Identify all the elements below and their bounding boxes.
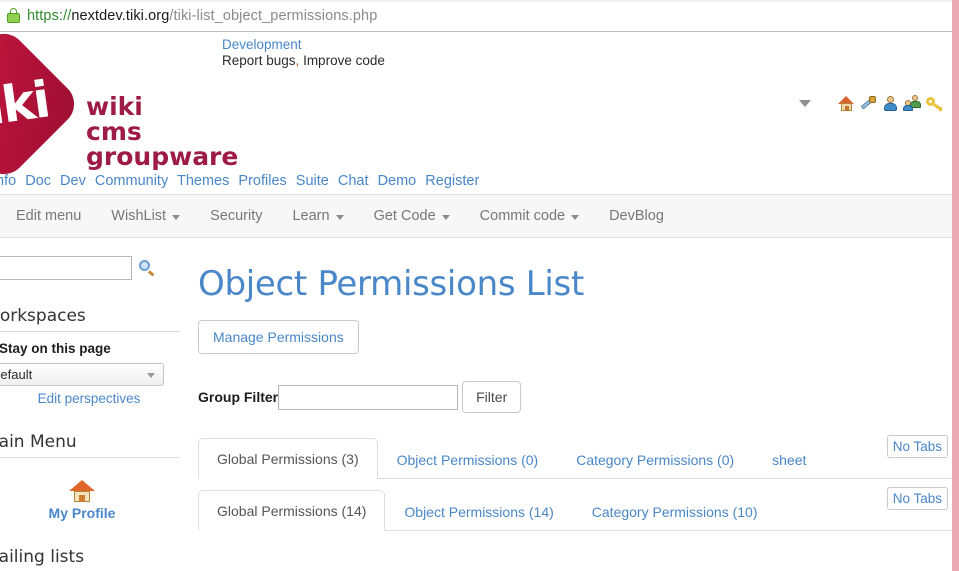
tab-object-permissions-1[interactable]: Object Permissions (0) <box>378 439 558 479</box>
manage-permissions-button[interactable]: Manage Permissions <box>198 320 359 354</box>
improve-code-text: Improve code <box>299 53 385 68</box>
header-icon-tray <box>799 95 943 112</box>
site-header: tiki TM wiki cms groupware Development R… <box>0 33 952 194</box>
development-link[interactable]: Development <box>222 37 385 53</box>
logo-tagline-cms: cms <box>86 119 238 144</box>
magnifier-icon[interactable] <box>139 260 155 276</box>
page-title: Object Permissions List <box>198 264 952 304</box>
main-column: Object Permissions List Manage Permissio… <box>198 238 952 531</box>
user-icon[interactable] <box>882 95 899 112</box>
nav-item-label: Security <box>210 208 262 224</box>
chevron-down-icon[interactable] <box>799 100 811 107</box>
group-filter-input[interactable] <box>278 385 458 410</box>
chevron-down-icon <box>336 215 344 220</box>
nav-item-commit-code[interactable]: Commit code <box>480 208 579 224</box>
group-icon[interactable] <box>904 95 921 112</box>
page-right-edge-stripe <box>952 0 959 571</box>
chevron-down-icon <box>172 215 180 220</box>
main-menu-heading: Main Menu <box>0 432 180 458</box>
url-bar-top-edge <box>0 0 952 2</box>
development-subtitle: Report bugs, Improve code <box>222 53 385 69</box>
top-link-suite[interactable]: Suite <box>296 173 329 189</box>
top-link-demo[interactable]: Demo <box>378 173 417 189</box>
logo-tagline: wiki cms groupware <box>86 94 238 169</box>
development-banner: Development Report bugs, Improve code <box>222 37 385 69</box>
nav-item-security[interactable]: Security <box>210 208 262 224</box>
nav-item-get-code[interactable]: Get Code <box>374 208 450 224</box>
sidebar: Workspaces Stay on this page Default Edi… <box>0 238 180 571</box>
perspective-select[interactable]: Default <box>0 363 164 386</box>
tab-global-permissions-1[interactable]: Global Permissions (3) <box>198 438 378 479</box>
browser-url-bar[interactable]: https://nextdev.tiki.org/tiki-list_objec… <box>0 0 952 32</box>
tabstrip-secondary: Global Permissions (14) Object Permissio… <box>198 487 952 531</box>
sidebar-item-my-profile[interactable]: My Profile <box>0 480 180 521</box>
url-text[interactable]: https://nextdev.tiki.org/tiki-list_objec… <box>27 8 377 24</box>
url-host: nextdev.tiki.org <box>71 8 169 24</box>
screenshot-root: https://nextdev.tiki.org/tiki-list_objec… <box>0 0 959 571</box>
perspective-selected-value: Default <box>0 367 32 382</box>
top-link-doc[interactable]: Doc <box>25 173 51 189</box>
page-viewport: tiki TM wiki cms groupware Development R… <box>0 33 952 571</box>
key-icon[interactable] <box>926 95 943 112</box>
nav-item-wishlist[interactable]: WishList <box>111 208 180 224</box>
top-link-themes[interactable]: Themes <box>177 173 229 189</box>
my-profile-label: My Profile <box>0 505 180 521</box>
tab-category-permissions-1[interactable]: Category Permissions (0) <box>557 439 753 479</box>
top-link-dev[interactable]: Dev <box>60 173 86 189</box>
nav-item-edit-menu[interactable]: Edit menu <box>16 208 81 224</box>
tabstrip-primary: Global Permissions (3) Object Permission… <box>198 435 952 479</box>
nav-item-label: Edit menu <box>16 208 81 224</box>
trademark-icon: TM <box>66 66 82 78</box>
nav-item-label: DevBlog <box>609 208 664 224</box>
chevron-down-icon <box>147 373 155 378</box>
content-area: Workspaces Stay on this page Default Edi… <box>0 238 952 570</box>
wrench-icon[interactable] <box>860 95 877 112</box>
filter-button[interactable]: Filter <box>462 381 521 413</box>
nav-item-label: WishList <box>111 208 166 224</box>
main-navigation-bar: Edit menu WishList Security Learn Get Co… <box>0 194 952 238</box>
top-link-community[interactable]: Community <box>95 173 168 189</box>
chevron-down-icon <box>571 215 579 220</box>
tab-sheet-1[interactable]: sheet <box>753 439 825 479</box>
padlock-secure-icon <box>7 8 20 23</box>
stay-on-page-label: Stay on this page <box>0 341 111 356</box>
tab-category-permissions-2[interactable]: Category Permissions (10) <box>573 491 777 531</box>
url-path: /tiki-list_object_permissions.php <box>169 8 377 24</box>
top-link-chat[interactable]: Chat <box>338 173 369 189</box>
group-filter-row: Group Filter Filter <box>198 381 952 413</box>
home-icon <box>69 480 95 502</box>
top-link-register[interactable]: Register <box>425 173 479 189</box>
top-link-bar: Info Doc Dev Community Themes Profiles S… <box>0 173 484 189</box>
group-filter-label: Group Filter <box>198 389 278 405</box>
workspaces-heading: Workspaces <box>0 306 180 332</box>
no-tabs-button-1[interactable]: No Tabs <box>887 435 948 458</box>
home-icon[interactable] <box>838 95 855 112</box>
tab-object-permissions-2[interactable]: Object Permissions (14) <box>385 491 572 531</box>
nav-item-learn[interactable]: Learn <box>292 208 343 224</box>
top-link-info[interactable]: Info <box>0 173 16 189</box>
stay-on-page-row[interactable]: Stay on this page <box>0 341 180 356</box>
logo-tagline-wiki: wiki <box>86 94 238 119</box>
logo-tagline-groupware: groupware <box>86 144 238 169</box>
sidebar-search <box>0 256 180 280</box>
search-input[interactable] <box>0 256 132 280</box>
chevron-down-icon <box>442 215 450 220</box>
mailing-lists-heading: Mailing lists <box>0 547 180 571</box>
report-bugs-text: Report bugs <box>222 53 296 68</box>
tab-global-permissions-2[interactable]: Global Permissions (14) <box>198 490 385 531</box>
top-link-profiles[interactable]: Profiles <box>238 173 286 189</box>
tiki-logo[interactable]: tiki TM wiki cms groupware <box>0 38 188 188</box>
nav-item-label: Learn <box>292 208 329 224</box>
nav-item-label: Get Code <box>374 208 436 224</box>
url-scheme: https:// <box>27 8 71 24</box>
edit-perspectives-link[interactable]: Edit perspectives <box>0 391 180 406</box>
nav-item-label: Commit code <box>480 208 565 224</box>
no-tabs-button-2[interactable]: No Tabs <box>887 487 948 510</box>
nav-item-devblog[interactable]: DevBlog <box>609 208 664 224</box>
